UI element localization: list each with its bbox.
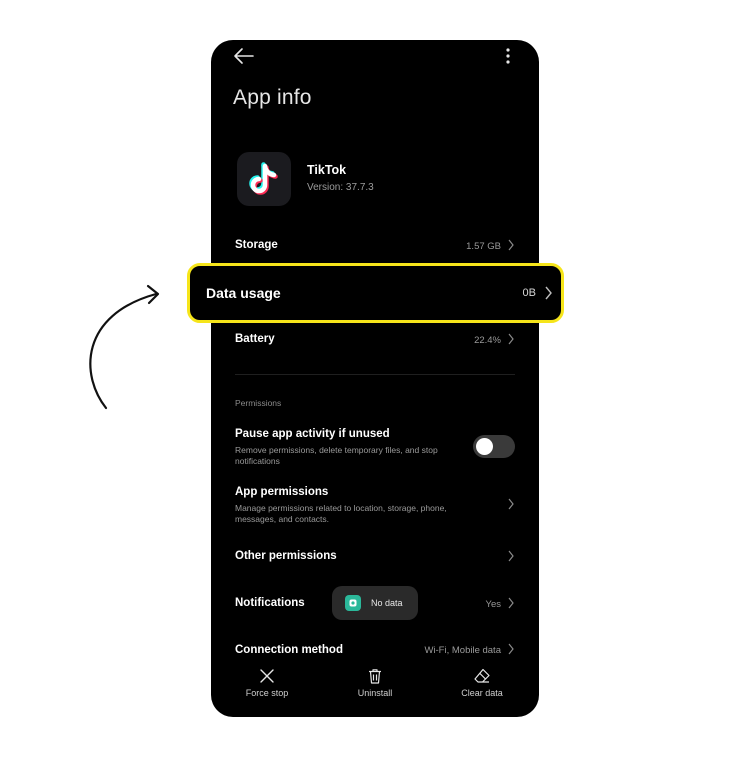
storage-value: 1.57 GB [466,241,501,252]
page-title: App info [233,86,312,109]
close-icon [260,669,274,683]
notifications-title: Notifications [235,597,305,609]
force-stop-button[interactable]: Force stop [222,668,312,708]
tiktok-logo-icon [237,152,291,206]
other-permissions-title: Other permissions [235,550,337,562]
data-usage-label: Data usage [206,285,281,301]
trash-icon [369,669,381,684]
app-icon [345,595,361,611]
connection-method-value: Wi-Fi, Mobile data [424,645,501,656]
storage-label: Storage [235,239,278,251]
eraser-icon [474,668,490,683]
battery-label: Battery [235,333,275,345]
clear-data-label: Clear data [461,688,503,698]
app-name: TikTok [307,163,347,177]
uninstall-button[interactable]: Uninstall [330,668,420,708]
back-icon[interactable] [231,45,257,67]
chevron-right-icon [508,333,514,345]
chevron-right-icon [508,498,514,510]
battery-value: 22.4% [474,335,501,346]
clear-data-button[interactable]: Clear data [437,668,527,708]
other-permissions-row[interactable]: Other permissions [211,537,539,577]
uninstall-label: Uninstall [357,688,393,698]
pause-app-activity-title: Pause app activity if unused [235,428,390,440]
more-options-icon[interactable] [499,45,517,67]
notifications-value: Yes [485,599,502,610]
chevron-right-icon [508,239,514,251]
app-permissions-desc: Manage permissions related to location, … [235,503,447,524]
toggle-knob [476,438,493,455]
app-permissions-title: App permissions [235,486,329,498]
pointer-arrow-icon [89,284,160,410]
no-data-toast: No data [332,586,418,620]
chevron-right-icon [545,286,552,300]
permissions-section-label: Permissions [235,398,282,408]
chevron-right-icon [508,643,514,655]
app-version: Version: 37.7.3 [307,182,374,193]
divider [235,374,515,375]
storage-row[interactable]: Storage 1.57 GB [211,225,539,265]
app-permissions-row[interactable]: App permissions Manage permissions relat… [211,480,539,532]
chevron-right-icon [508,550,514,562]
battery-row[interactable]: Battery 22.4% [211,318,539,358]
chevron-right-icon [508,597,514,609]
connection-method-title: Connection method [235,644,343,656]
pause-app-activity-toggle[interactable] [473,435,515,458]
force-stop-label: Force stop [245,688,289,698]
connection-method-row[interactable]: Connection method Wi-Fi, Mobile data [211,630,539,670]
toast-text: No data [371,598,403,608]
data-usage-value: 0B [522,287,536,299]
pause-app-activity-desc: Remove permissions, delete temporary fil… [235,445,438,466]
data-usage-row-highlighted[interactable]: Data usage 0B [187,263,564,323]
phone-screen: App info TikTok Version: 37.7.3 Storage … [211,40,539,717]
